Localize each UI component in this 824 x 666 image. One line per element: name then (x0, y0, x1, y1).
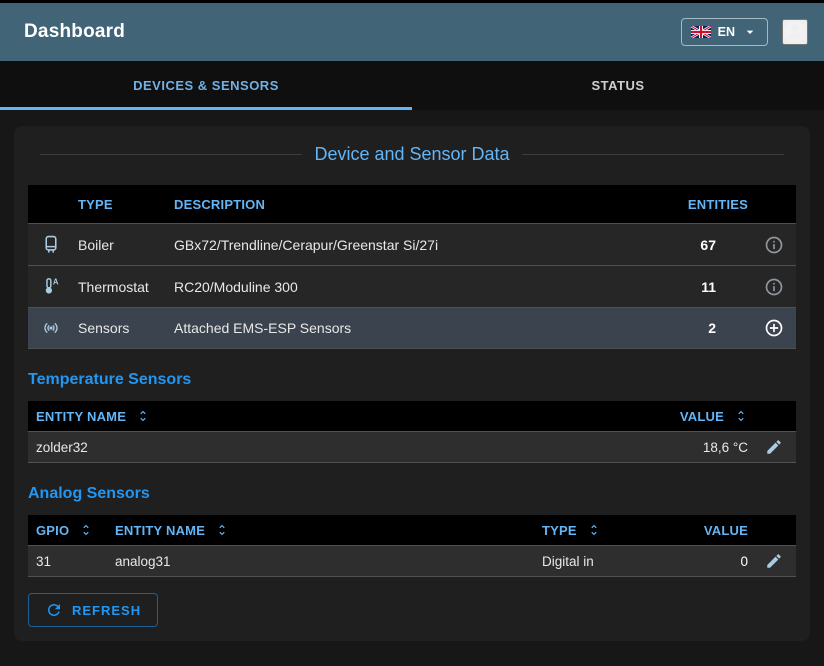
sort-gpio[interactable]: GPIO (36, 523, 108, 538)
table-row-analog-sensor[interactable]: 31 analog31 Digital in 0 (28, 545, 796, 577)
table-row-thermostat[interactable]: A Thermostat RC20/Moduline 300 11 (28, 265, 796, 307)
sort-icon (587, 523, 601, 537)
refresh-button[interactable]: REFRESH (28, 593, 158, 627)
edit-icon[interactable] (765, 552, 783, 570)
sensor-gpio: 31 (28, 554, 108, 569)
svg-text:A: A (53, 277, 59, 286)
uk-flag-icon (691, 26, 711, 38)
app-bar: Dashboard EN (0, 3, 824, 61)
table-row-sensors[interactable]: Sensors Attached EMS-ESP Sensors 2 (28, 307, 796, 349)
table-row-boiler[interactable]: Boiler GBx72/Trendline/Cerapur/Greenstar… (28, 223, 796, 265)
column-header-type: TYPE (74, 197, 170, 212)
temperature-table-header: ENTITY NAME VALUE (28, 401, 796, 431)
tab-status[interactable]: STATUS (412, 61, 824, 110)
analog-sensors-table: GPIO ENTITY NAME (28, 515, 796, 577)
add-circle-icon[interactable] (764, 318, 784, 338)
language-code: EN (718, 25, 735, 39)
column-header-value: VALUE (692, 523, 752, 538)
sensor-value: 0 (692, 554, 752, 569)
card-title: Device and Sensor Data (314, 144, 509, 165)
language-selector[interactable]: EN (681, 18, 768, 46)
boiler-icon (40, 234, 62, 256)
sensor-value: 18,6 °C (572, 440, 752, 455)
sensor-name: analog31 (108, 554, 542, 569)
edit-icon[interactable] (765, 438, 783, 456)
sensors-icon (40, 317, 62, 339)
card-title-row: Device and Sensor Data (28, 144, 796, 165)
sort-icon (79, 523, 93, 537)
column-header-entities: ENTITIES (668, 197, 752, 212)
device-type: Boiler (74, 237, 170, 253)
device-description: GBx72/Trendline/Cerapur/Greenstar Si/27i (170, 237, 668, 253)
device-entities-count: 67 (668, 237, 752, 253)
account-circle-icon (782, 19, 808, 45)
sort-entity-name[interactable]: ENTITY NAME (115, 523, 542, 538)
account-button[interactable] (782, 19, 808, 45)
device-table: TYPE DESCRIPTION ENTITIES Boiler GBx72/T… (28, 185, 796, 349)
page-title: Dashboard (24, 21, 681, 43)
analog-table-header: GPIO ENTITY NAME (28, 515, 796, 545)
refresh-icon (45, 601, 63, 619)
sort-type[interactable]: TYPE (542, 523, 692, 538)
dashboard-card: Device and Sensor Data TYPE DESCRIPTION … (14, 126, 810, 641)
device-entities-count: 2 (668, 320, 752, 336)
column-header-description: DESCRIPTION (170, 197, 668, 212)
device-description: Attached EMS-ESP Sensors (170, 320, 668, 336)
chevron-down-icon (742, 24, 758, 40)
sort-icon (734, 409, 748, 423)
device-type: Sensors (74, 320, 170, 336)
info-icon[interactable] (764, 277, 784, 297)
sort-icon (136, 409, 150, 423)
table-row-temperature-sensor[interactable]: zolder32 18,6 °C (28, 431, 796, 463)
analog-sensors-heading: Analog Sensors (28, 485, 796, 503)
page-content: Device and Sensor Data TYPE DESCRIPTION … (0, 110, 824, 641)
tab-devices-sensors[interactable]: DEVICES & SENSORS (0, 61, 412, 110)
info-icon[interactable] (764, 235, 784, 255)
device-description: RC20/Moduline 300 (170, 279, 668, 295)
tab-bar: DEVICES & SENSORS STATUS (0, 61, 824, 110)
sort-icon (215, 523, 229, 537)
thermostat-icon: A (40, 276, 62, 298)
sort-value[interactable]: VALUE (572, 409, 748, 424)
sensor-type: Digital in (542, 554, 692, 569)
device-type: Thermostat (74, 279, 170, 295)
sort-entity-name[interactable]: ENTITY NAME (36, 409, 572, 424)
title-divider-left (40, 154, 302, 155)
temperature-sensors-table: ENTITY NAME VALUE (28, 401, 796, 463)
temperature-sensors-heading: Temperature Sensors (28, 371, 796, 389)
refresh-button-label: REFRESH (72, 603, 141, 618)
device-table-header: TYPE DESCRIPTION ENTITIES (28, 185, 796, 223)
device-entities-count: 11 (668, 279, 752, 295)
sensor-name: zolder32 (28, 440, 572, 455)
title-divider-right (522, 154, 784, 155)
